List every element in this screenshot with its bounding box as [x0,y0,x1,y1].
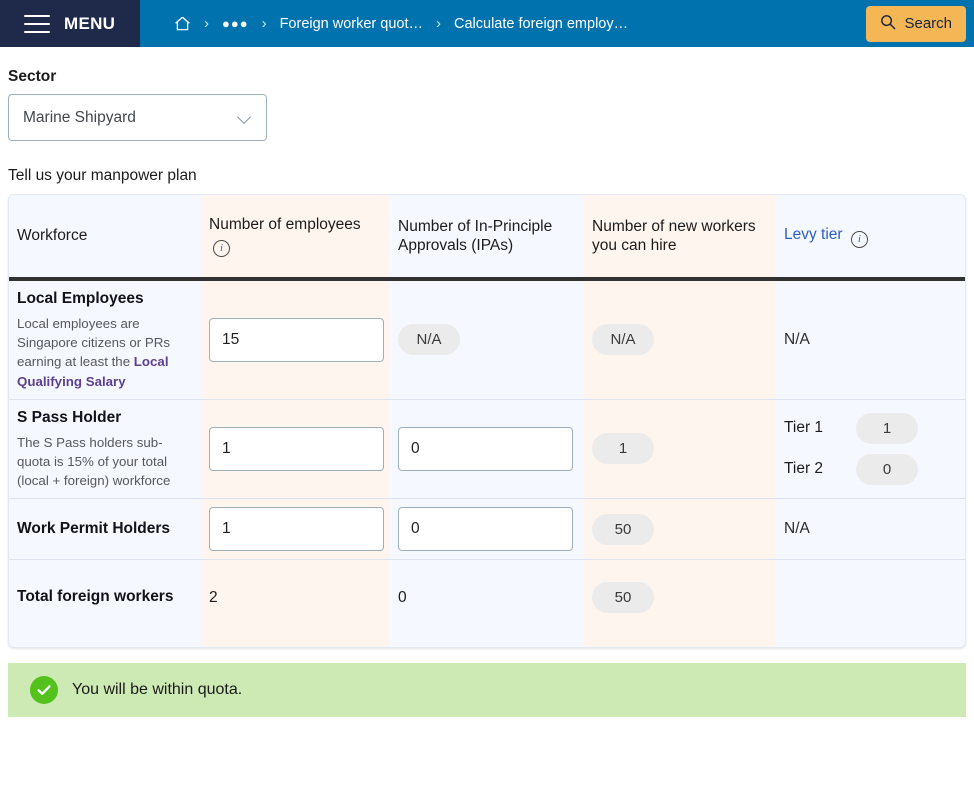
table-row-local-employees: Local Employees Local employees are Sing… [9,279,965,400]
table-body: Local Employees Local employees are Sing… [9,279,965,647]
row-title-total-foreign-workers: Total foreign workers [17,588,174,606]
row-title-s-pass-holder: S Pass Holder [17,408,122,426]
table-row-s-pass-holder: S Pass Holder The S Pass holders sub-quo… [9,399,965,500]
cell-work-permit-label: Work Permit Holders [9,498,201,561]
cell-local-employees-new-hires: N/A [584,279,776,400]
menu-button[interactable]: MENU [0,0,140,47]
search-icon [880,14,896,34]
header-levy-tier-label: Levy tier [784,225,843,243]
cell-s-pass-ipa [390,399,584,500]
header-number-of-employees: Number of employees i [201,195,390,279]
header-number-of-employees-label: Number of employees [209,215,361,233]
cell-local-employees-ipa: N/A [390,279,584,400]
header-new-workers: Number of new workers you can hire [592,217,756,254]
search-button-label: Search [904,15,952,32]
breadcrumb-separator-3: › [436,15,442,32]
check-circle-icon [30,676,58,705]
cell-local-employees-count [201,279,390,400]
row-desc-s-pass-holder: The S Pass holders sub-quota is 15% of y… [17,434,171,489]
input-s-pass-count[interactable] [209,426,384,471]
total-ipa-value: 0 [398,588,407,606]
input-s-pass-ipa[interactable] [398,426,573,471]
sector-select-value: Marine Shipyard [23,108,136,126]
levy-tier-1-label: Tier 1 [784,419,824,437]
input-work-permit-count[interactable] [209,507,384,552]
row-title-local-employees: Local Employees [17,290,144,307]
cell-total-employees: 2 [201,560,390,647]
status-message: You will be within quota. [72,681,243,699]
cell-local-employees-levy: N/A [776,279,965,400]
cell-s-pass-new-hires: 1 [584,399,776,500]
manpower-plan-title: Tell us your manpower plan [8,167,197,184]
breadcrumb: › ●●● › Foreign worker quot… › Calculate… [140,0,866,47]
cell-s-pass-levy: Tier 1 1 Tier 2 0 [776,399,965,500]
chevron-down-icon [239,112,253,121]
cell-total-label: Total foreign workers [9,560,201,647]
levy-tier-2-row: Tier 2 0 [784,453,957,485]
header-workforce: Workforce [17,227,88,245]
table-header-row: Workforce Number of employees i Number o… [9,195,965,279]
sector-label: Sector [8,68,57,85]
cell-work-permit-count [201,498,390,561]
hamburger-icon [24,14,50,33]
levy-tier-1-value: 1 [856,412,918,444]
header-ipa: Number of In-Principle Approvals (IPAs) [398,217,553,254]
pill-s-pass-new-hires: 1 [592,433,654,465]
table-row-total-foreign-workers: Total foreign workers 2 0 50 [9,560,965,647]
main-content: Sector Marine Shipyard Tell us your manp… [0,68,974,718]
sector-select[interactable]: Marine Shipyard [8,94,267,141]
row-title-work-permit-holders: Work Permit Holders [17,520,171,538]
manpower-table-card: Workforce Number of employees i Number o… [8,194,966,649]
menu-button-label: MENU [64,13,116,33]
levy-tier-2-label: Tier 2 [784,460,824,478]
cell-s-pass-count [201,399,390,500]
levy-tier-1-row: Tier 1 1 [784,412,957,444]
pill-local-employees-new-hires: N/A [592,324,654,356]
status-banner: You will be within quota. [8,663,966,718]
info-icon-number-of-employees[interactable]: i [213,240,230,258]
info-icon-levy-tier[interactable]: i [850,230,868,248]
cell-s-pass-label: S Pass Holder The S Pass holders sub-quo… [9,399,201,500]
input-work-permit-ipa[interactable] [398,507,573,552]
cell-total-ipa: 0 [390,560,584,647]
breadcrumb-separator-2: › [261,15,267,32]
cell-total-new-hires: 50 [584,560,776,647]
pill-work-permit-new-hires: 50 [592,513,654,545]
pill-local-employees-ipa: N/A [398,324,460,356]
cell-work-permit-new-hires: 50 [584,498,776,561]
cell-total-levy [776,560,965,647]
table-header: Workforce Number of employees i Number o… [9,195,965,279]
cell-local-employees-label: Local Employees Local employees are Sing… [9,279,201,400]
header-levy-tier: Levy tier i [776,195,965,279]
row-desc-local-employees: Local employees are Singapore citizens o… [17,314,193,391]
home-icon[interactable] [174,16,191,31]
levy-tier-2-value: 0 [856,453,918,485]
pill-total-new-hires: 50 [592,582,654,614]
table-row-work-permit-holders: Work Permit Holders 50 N/A [9,498,965,561]
levy-work-permit: N/A [784,520,810,538]
search-button[interactable]: Search [866,5,966,42]
sector-select-wrapper: Marine Shipyard [8,94,267,141]
input-local-employees-count[interactable] [209,317,384,362]
breadcrumb-item-calculate[interactable]: Calculate foreign employ… [454,16,628,32]
cell-work-permit-ipa [390,498,584,561]
top-navigation-bar: MENU › ●●● › Foreign worker quot… › Calc… [0,0,974,47]
total-employees-value: 2 [209,588,218,606]
manpower-table: Workforce Number of employees i Number o… [9,195,965,647]
levy-local-employees: N/A [784,330,810,348]
ellipsis-icon[interactable]: ●●● [222,16,249,31]
breadcrumb-separator-1: › [204,15,209,32]
cell-work-permit-levy: N/A [776,498,965,561]
breadcrumb-item-foreign-worker-quota[interactable]: Foreign worker quot… [280,16,423,32]
